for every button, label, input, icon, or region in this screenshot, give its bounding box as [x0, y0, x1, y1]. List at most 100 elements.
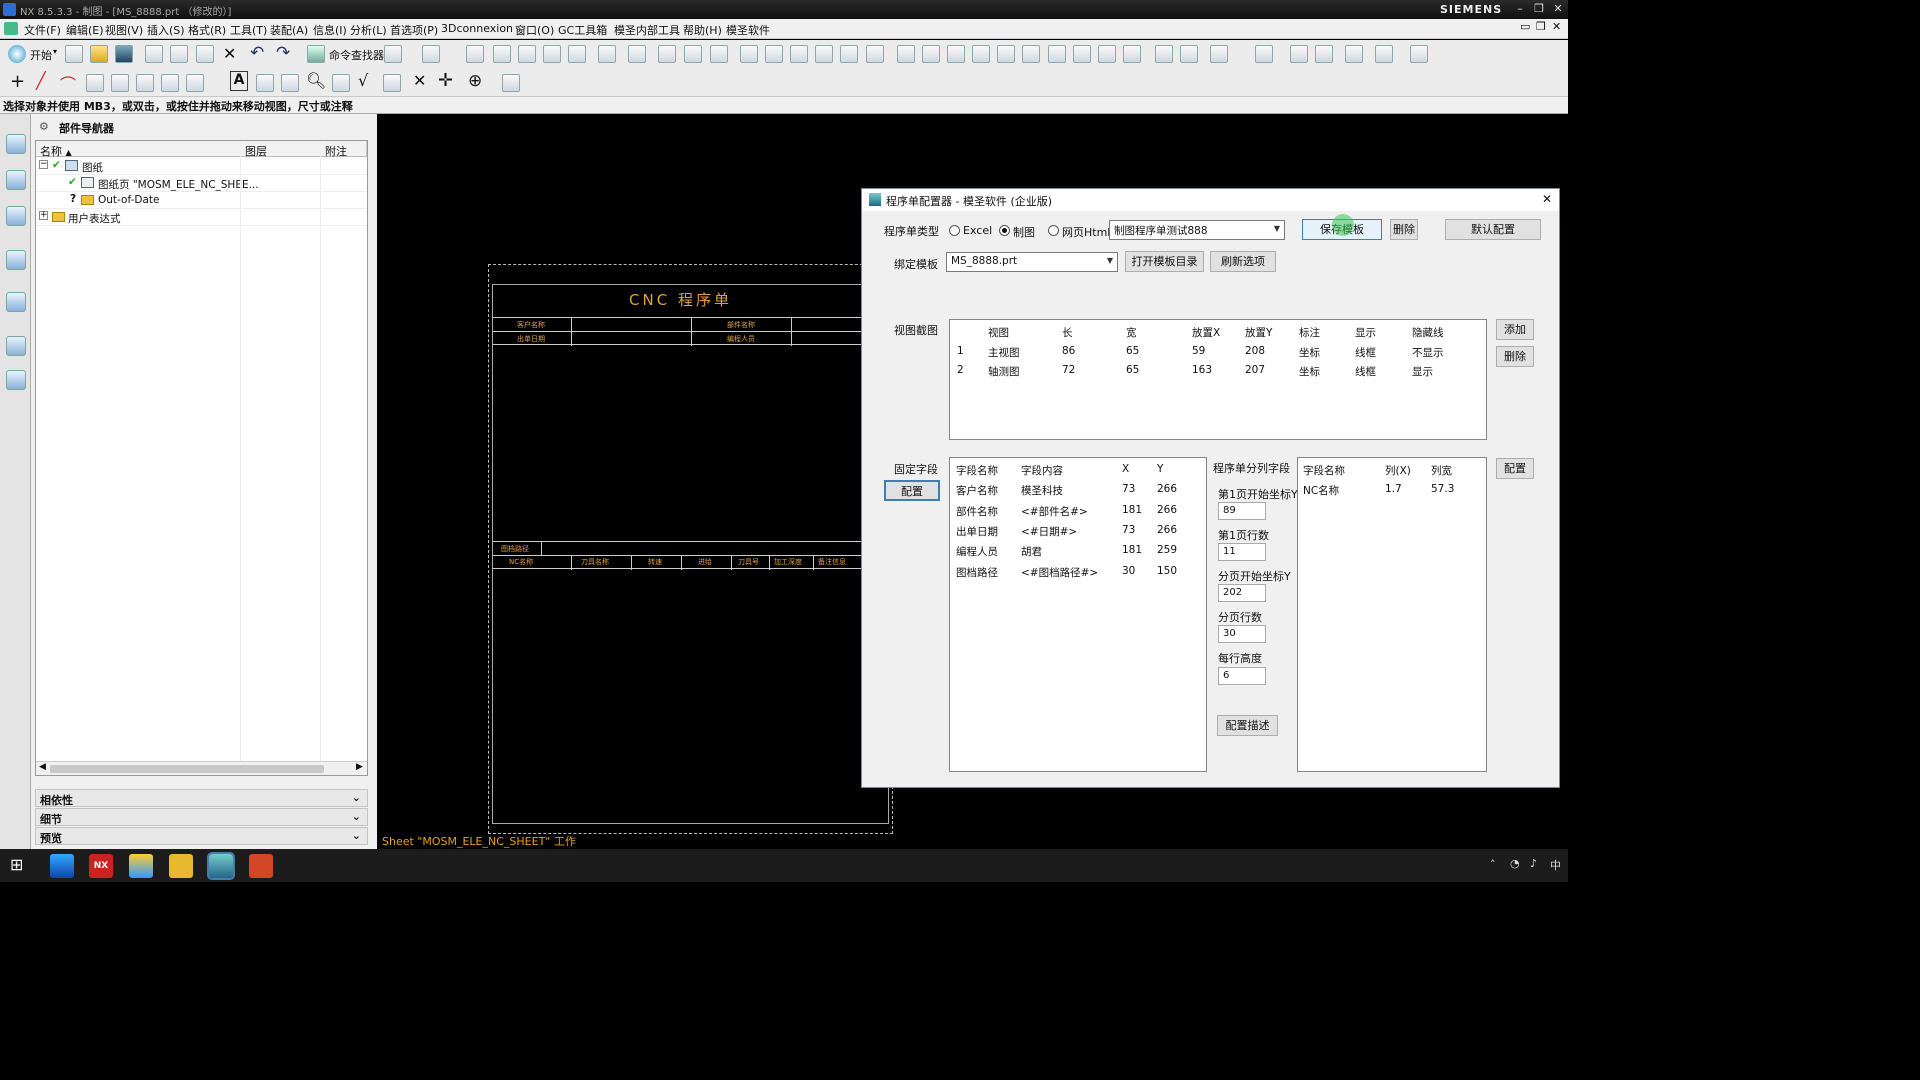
scroll-right-icon[interactable]: ▶ — [356, 762, 363, 772]
line-icon[interactable]: ╱ — [36, 71, 46, 90]
pattern-icon[interactable] — [161, 74, 179, 92]
first-page-rows-input[interactable]: 11 — [1218, 543, 1266, 561]
view-icon-1[interactable] — [658, 45, 676, 63]
radio-drawing[interactable] — [999, 225, 1010, 236]
taskbar-powerpoint-icon[interactable] — [249, 854, 273, 878]
redo-icon[interactable]: ↷ — [276, 43, 290, 63]
cross-icon[interactable]: ✕ — [413, 71, 426, 90]
menu-view[interactable]: 视图(V) — [105, 22, 143, 38]
annotation-icon-8[interactable] — [1123, 45, 1141, 63]
add-view-button[interactable]: 添加 — [1496, 319, 1534, 340]
menu-internal-tools[interactable]: 模圣内部工具 — [614, 22, 680, 38]
ime-indicator[interactable]: 中 — [1550, 857, 1561, 873]
menu-analysis[interactable]: 分析(L) — [350, 22, 387, 38]
collapse-icon[interactable]: − — [39, 160, 48, 169]
settings-icon[interactable] — [1180, 45, 1198, 63]
tool-icon-11[interactable] — [1210, 45, 1228, 63]
scroll-thumb[interactable] — [50, 765, 324, 773]
roles-icon[interactable] — [6, 370, 26, 390]
tool-icon-9[interactable] — [628, 45, 646, 63]
offset-icon[interactable] — [111, 74, 129, 92]
xyz-icon[interactable] — [1022, 45, 1040, 63]
default-config-button[interactable]: 默认配置 — [1445, 219, 1541, 240]
note-icon[interactable] — [866, 45, 884, 63]
menu-insert[interactable]: 插入(S) — [147, 22, 185, 38]
web-browser-icon[interactable] — [6, 250, 26, 270]
open-template-dir-button[interactable]: 打开模板目录 — [1125, 251, 1204, 272]
assembly-navigator-icon[interactable] — [6, 134, 26, 154]
menu-info[interactable]: 信息(I) — [313, 22, 347, 38]
check-icon[interactable]: √ — [358, 71, 368, 90]
menu-gc-toolbox[interactable]: GC工具箱 — [558, 22, 607, 38]
text-icon[interactable]: A — [230, 71, 248, 91]
part-navigator-icon[interactable] — [6, 170, 26, 190]
tool-icon-15[interactable] — [1345, 45, 1363, 63]
menu-tools[interactable]: 工具(T) — [230, 22, 267, 38]
volume-icon[interactable]: ♪ — [1530, 857, 1537, 870]
trim-icon[interactable] — [136, 74, 154, 92]
axis-icon[interactable] — [383, 74, 401, 92]
restore-button[interactable]: ❐ — [1531, 2, 1547, 16]
menu-edit[interactable]: 编辑(E) — [66, 22, 104, 38]
tool-icon-8[interactable] — [598, 45, 616, 63]
tool-icon-17[interactable] — [1410, 45, 1428, 63]
panel-preview[interactable]: 预览 ⌄ — [35, 827, 368, 845]
radio-excel[interactable] — [949, 225, 960, 236]
fixed-fields-table[interactable]: 字段名称 字段内容 X Y 客户名称 模圣科技 73 266 部件名称 <#部件名#> 1… — [949, 457, 1207, 772]
mirror-icon[interactable] — [186, 74, 204, 92]
view-row[interactable]: 1 主视图 86 65 59 208 坐标 线框 不显示 — [950, 344, 1486, 363]
tool-icon-4[interactable] — [493, 45, 511, 63]
config-description-button[interactable]: 配置描述 — [1217, 715, 1278, 736]
column-note[interactable]: 附注 — [321, 141, 367, 158]
tool-icon-10[interactable] — [1155, 45, 1173, 63]
snap-icon[interactable]: ✛ — [438, 70, 453, 91]
row-height-input[interactable]: 6 — [1218, 667, 1266, 685]
tool-icon-16[interactable] — [1375, 45, 1393, 63]
menu-file[interactable]: 文件(F) — [24, 22, 61, 38]
doc-minimize-button[interactable]: ▭ — [1520, 20, 1530, 33]
menu-preferences[interactable]: 首选项(P) — [390, 22, 438, 38]
windows-start-icon[interactable]: ⊞ — [10, 855, 23, 874]
annotation-icon-5[interactable] — [997, 45, 1015, 63]
radio-html[interactable] — [1048, 225, 1059, 236]
delete-icon[interactable]: ✕ — [223, 44, 236, 63]
dimension-icon-5[interactable] — [840, 45, 858, 63]
paste-icon[interactable] — [196, 45, 214, 63]
label-icon[interactable] — [281, 74, 299, 92]
spline-icon[interactable] — [86, 74, 104, 92]
network-icon[interactable]: ◔ — [1510, 857, 1520, 870]
view-icon-3[interactable] — [710, 45, 728, 63]
page-start-y-input[interactable]: 202 — [1218, 584, 1266, 602]
annotation-icon-1[interactable] — [897, 45, 915, 63]
open-icon[interactable] — [90, 45, 108, 63]
undo-icon[interactable]: ↶ — [250, 43, 264, 63]
annotation-icon-7[interactable] — [1098, 45, 1116, 63]
bind-template-select[interactable]: MS_8888.prt ▼ — [946, 252, 1118, 272]
dimension-icon-1[interactable] — [740, 45, 758, 63]
menu-format[interactable]: 格式(R) — [188, 22, 226, 38]
doc-restore-button[interactable]: ❐ — [1536, 20, 1546, 33]
fixed-row[interactable]: 客户名称 模圣科技 73 266 — [950, 483, 1206, 503]
view-icon-2[interactable] — [684, 45, 702, 63]
measure-icon[interactable] — [256, 74, 274, 92]
fixed-row[interactable]: 图档路径 <#图档路径#> 30 150 — [950, 565, 1206, 585]
fixed-row[interactable]: 部件名称 <#部件名#> 181 266 — [950, 504, 1206, 524]
tree-row-drawing[interactable]: − ✔ 图纸 — [36, 158, 367, 175]
tree-row-sheet[interactable]: ✔ 图纸页 "MOSM_ELE_NC_SHEE... — [36, 175, 367, 192]
annotation-icon-6[interactable] — [1073, 45, 1091, 63]
taskbar-app-icon-2[interactable] — [129, 854, 153, 878]
tool-icon-5[interactable] — [518, 45, 536, 63]
menu-assembly[interactable]: 装配(A) — [270, 22, 308, 38]
tool-icon-14[interactable] — [1315, 45, 1333, 63]
first-page-y-input[interactable]: 89 — [1218, 502, 1266, 520]
command-finder-icon[interactable] — [307, 45, 325, 63]
template-select[interactable]: 制图程序单测试888 ▼ — [1109, 220, 1285, 240]
command-finder-button[interactable]: 命令查找器 — [329, 47, 384, 63]
annotation-icon-2[interactable] — [922, 45, 940, 63]
panel-details[interactable]: 细节 ⌄ — [35, 808, 368, 826]
new-icon[interactable] — [65, 45, 83, 63]
annotation-icon-3[interactable] — [947, 45, 965, 63]
close-icon[interactable]: ✕ — [1542, 192, 1552, 206]
dimension-icon-2[interactable] — [765, 45, 783, 63]
search-icon[interactable] — [332, 74, 350, 92]
